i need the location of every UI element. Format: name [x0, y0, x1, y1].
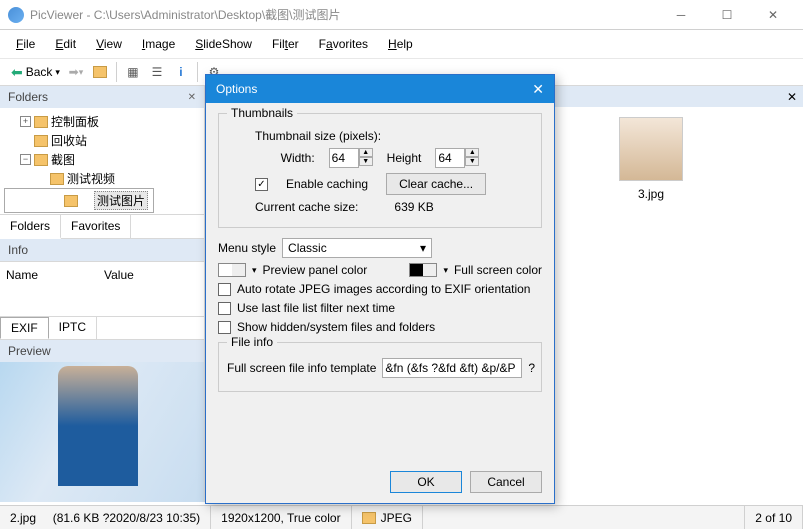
tab-folders[interactable]: Folders: [0, 215, 61, 239]
forward-button[interactable]: ➡▾: [65, 61, 87, 83]
up-button[interactable]: [89, 61, 111, 83]
view-list-icon[interactable]: ☰: [146, 61, 168, 83]
info-col-value: Value: [102, 266, 200, 284]
width-spinner[interactable]: ▲▼: [329, 148, 373, 168]
window-title: PicViewer - C:\Users\Administrator\Deskt…: [30, 6, 659, 23]
folders-title: Folders: [8, 90, 48, 104]
tree-node[interactable]: 回收站: [51, 132, 87, 149]
menu-help[interactable]: Help: [380, 34, 421, 54]
fileinfo-label: Full screen file info template: [227, 361, 376, 375]
dialog-title: Options: [216, 82, 257, 96]
preview-color-swatch[interactable]: [218, 263, 246, 277]
fileinfo-legend: File info: [227, 335, 277, 349]
preview-panel: [0, 362, 204, 502]
dialog-titlebar[interactable]: Options ✕: [206, 75, 554, 103]
height-spinner[interactable]: ▲▼: [435, 148, 479, 168]
minimize-button[interactable]: ─: [659, 1, 703, 29]
folders-close-icon[interactable]: ✕: [188, 92, 196, 103]
menu-favorites[interactable]: Favorites: [311, 34, 376, 54]
fileinfo-template-input[interactable]: [382, 358, 522, 378]
menu-file[interactable]: File: [8, 34, 43, 54]
cancel-button[interactable]: Cancel: [470, 471, 542, 493]
close-button[interactable]: ✕: [751, 1, 795, 29]
cache-size-value: 639 KB: [394, 200, 433, 214]
auto-rotate-checkbox[interactable]: [218, 283, 231, 296]
enable-caching-label: Enable caching: [286, 177, 368, 191]
menubar: File Edit View Image SlideShow Filter Fa…: [0, 30, 803, 58]
tree-node-selected[interactable]: 测试图片: [94, 191, 148, 210]
show-hidden-label: Show hidden/system files and folders: [237, 320, 435, 334]
menu-style-select[interactable]: Classic▾: [282, 238, 432, 258]
tree-node[interactable]: 截图: [51, 151, 75, 168]
status-counter: 2 of 10: [745, 506, 803, 529]
tree-node[interactable]: 控制面板: [51, 113, 99, 130]
thumbnails-group: Thumbnails Thumbnail size (pixels): Widt…: [218, 113, 542, 228]
show-hidden-checkbox[interactable]: [218, 321, 231, 334]
fullscreen-color-label: Full screen color: [454, 263, 542, 277]
tab-iptc[interactable]: IPTC: [49, 317, 97, 339]
panel-close-icon[interactable]: ✕: [787, 90, 797, 104]
fileinfo-help-button[interactable]: ?: [528, 361, 535, 375]
status-dims: 1920x1200, True color: [211, 506, 351, 529]
menu-filter[interactable]: Filter: [264, 34, 307, 54]
clear-cache-button[interactable]: Clear cache...: [386, 173, 486, 195]
width-label: Width:: [281, 151, 315, 165]
thumbnails-legend: Thumbnails: [227, 106, 297, 120]
fullscreen-color-swatch[interactable]: [409, 263, 437, 277]
use-last-filter-label: Use last file list filter next time: [237, 301, 395, 315]
maximize-button[interactable]: ☐: [705, 1, 749, 29]
tab-favorites[interactable]: Favorites: [61, 215, 131, 238]
folder-tree[interactable]: +控制面板 回收站 −截图 测试视频 测试图片: [0, 108, 204, 214]
menu-image[interactable]: Image: [134, 34, 183, 54]
cache-size-label: Current cache size:: [255, 200, 358, 214]
auto-rotate-label: Auto rotate JPEG images according to EXI…: [237, 282, 530, 296]
enable-caching-checkbox[interactable]: ✓: [255, 178, 268, 191]
info-icon[interactable]: i: [170, 61, 192, 83]
preview-header: Preview: [0, 340, 204, 362]
height-label: Height: [387, 151, 422, 165]
menu-style-label: Menu style: [218, 241, 276, 255]
status-format: JPEG: [352, 506, 423, 529]
folders-header: Folders ✕: [0, 86, 204, 108]
dialog-close-icon[interactable]: ✕: [532, 81, 544, 98]
tree-node[interactable]: 测试视频: [67, 170, 115, 187]
menu-view[interactable]: View: [88, 34, 130, 54]
info-col-name: Name: [4, 266, 102, 284]
menu-slideshow[interactable]: SlideShow: [187, 34, 260, 54]
sidebar: Folders ✕ +控制面板 回收站 −截图 测试视频 测试图片 Folder…: [0, 86, 205, 502]
use-last-filter-checkbox[interactable]: [218, 302, 231, 315]
options-dialog: Options ✕ Thumbnails Thumbnail size (pix…: [205, 74, 555, 504]
thumb-size-label: Thumbnail size (pixels):: [227, 129, 533, 143]
thumb-item[interactable]: 3.jpg: [611, 117, 691, 201]
view-thumbnails-icon[interactable]: ▦: [122, 61, 144, 83]
info-header: Info: [0, 239, 204, 261]
preview-color-label: Preview panel color: [263, 263, 368, 277]
status-file: 2.jpg (81.6 KB ?2020/8/23 10:35): [0, 506, 211, 529]
ok-button[interactable]: OK: [390, 471, 462, 493]
statusbar: 2.jpg (81.6 KB ?2020/8/23 10:35) 1920x12…: [0, 505, 803, 529]
menu-edit[interactable]: Edit: [47, 34, 84, 54]
fileinfo-group: File info Full screen file info template…: [218, 342, 542, 392]
tab-exif[interactable]: EXIF: [0, 317, 49, 339]
titlebar: PicViewer - C:\Users\Administrator\Deskt…: [0, 0, 803, 30]
back-button[interactable]: ⬅Back▾: [8, 64, 63, 81]
app-icon: [8, 7, 24, 23]
